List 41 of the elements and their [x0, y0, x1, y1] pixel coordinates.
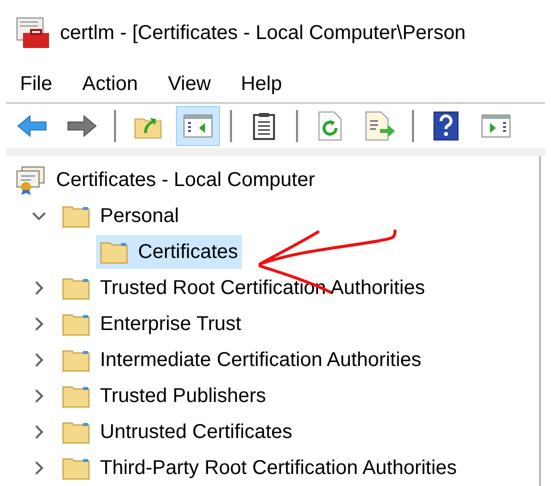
clipboard-icon: [252, 112, 276, 140]
folder-icon: [62, 276, 90, 300]
tree-item[interactable]: Untrusted Certificates: [58, 415, 296, 449]
folder-icon: [62, 204, 90, 228]
tree-item-label: Enterprise Trust: [100, 312, 242, 337]
tree-item-label: Trusted Publishers: [100, 384, 266, 409]
menu-item[interactable]: Help: [240, 69, 282, 99]
folder-icon: [62, 456, 90, 480]
folder-icon: [100, 240, 128, 264]
tree-item[interactable]: Trusted Publishers: [58, 379, 270, 413]
window-pane-icon: [183, 113, 213, 139]
tree-item[interactable]: Intermediate Certification Authorities: [58, 343, 426, 377]
tree-item-label: Untrusted Certificates: [100, 420, 292, 445]
window-pane-icon: [481, 113, 511, 139]
tree-item[interactable]: Certificates: [96, 235, 242, 269]
menu-item[interactable]: File: [20, 69, 52, 99]
tree-item-label: Personal: [100, 204, 179, 229]
right-arrow-icon: [66, 114, 98, 138]
tree-item[interactable]: Personal: [58, 199, 183, 233]
tree-root-label[interactable]: Certificates - Local Computer: [56, 165, 315, 195]
menu-item[interactable]: Action: [82, 69, 138, 99]
folder-icon: [62, 384, 90, 408]
tree-item-label: Trusted Root Certification Authorities: [100, 276, 425, 301]
certificate-icon: [14, 165, 46, 195]
show-tree-button[interactable]: [176, 106, 220, 146]
document-arrow-icon: [364, 111, 396, 141]
tree-item[interactable]: Enterprise Trust: [58, 307, 246, 341]
menu-item[interactable]: View: [168, 69, 211, 99]
app-icon: [16, 17, 50, 49]
help-icon: [433, 111, 459, 141]
tree-item[interactable]: Third-Party Root Certification Authorities: [58, 451, 461, 485]
folder-icon: [62, 420, 90, 444]
window-title: certlm - [Certificates - Local Computer\Person: [60, 21, 466, 46]
tree-item-label: Third-Party Root Certification Authorities: [100, 456, 457, 481]
tree-item[interactable]: Trusted Root Certification Authorities: [58, 271, 429, 305]
folder-icon: [62, 312, 90, 336]
tree-item-label: Intermediate Certification Authorities: [100, 348, 422, 373]
refresh-icon: [317, 111, 343, 141]
tree-item-label: Certificates: [138, 240, 238, 265]
left-arrow-icon: [16, 114, 48, 138]
folder-icon: [62, 348, 90, 372]
